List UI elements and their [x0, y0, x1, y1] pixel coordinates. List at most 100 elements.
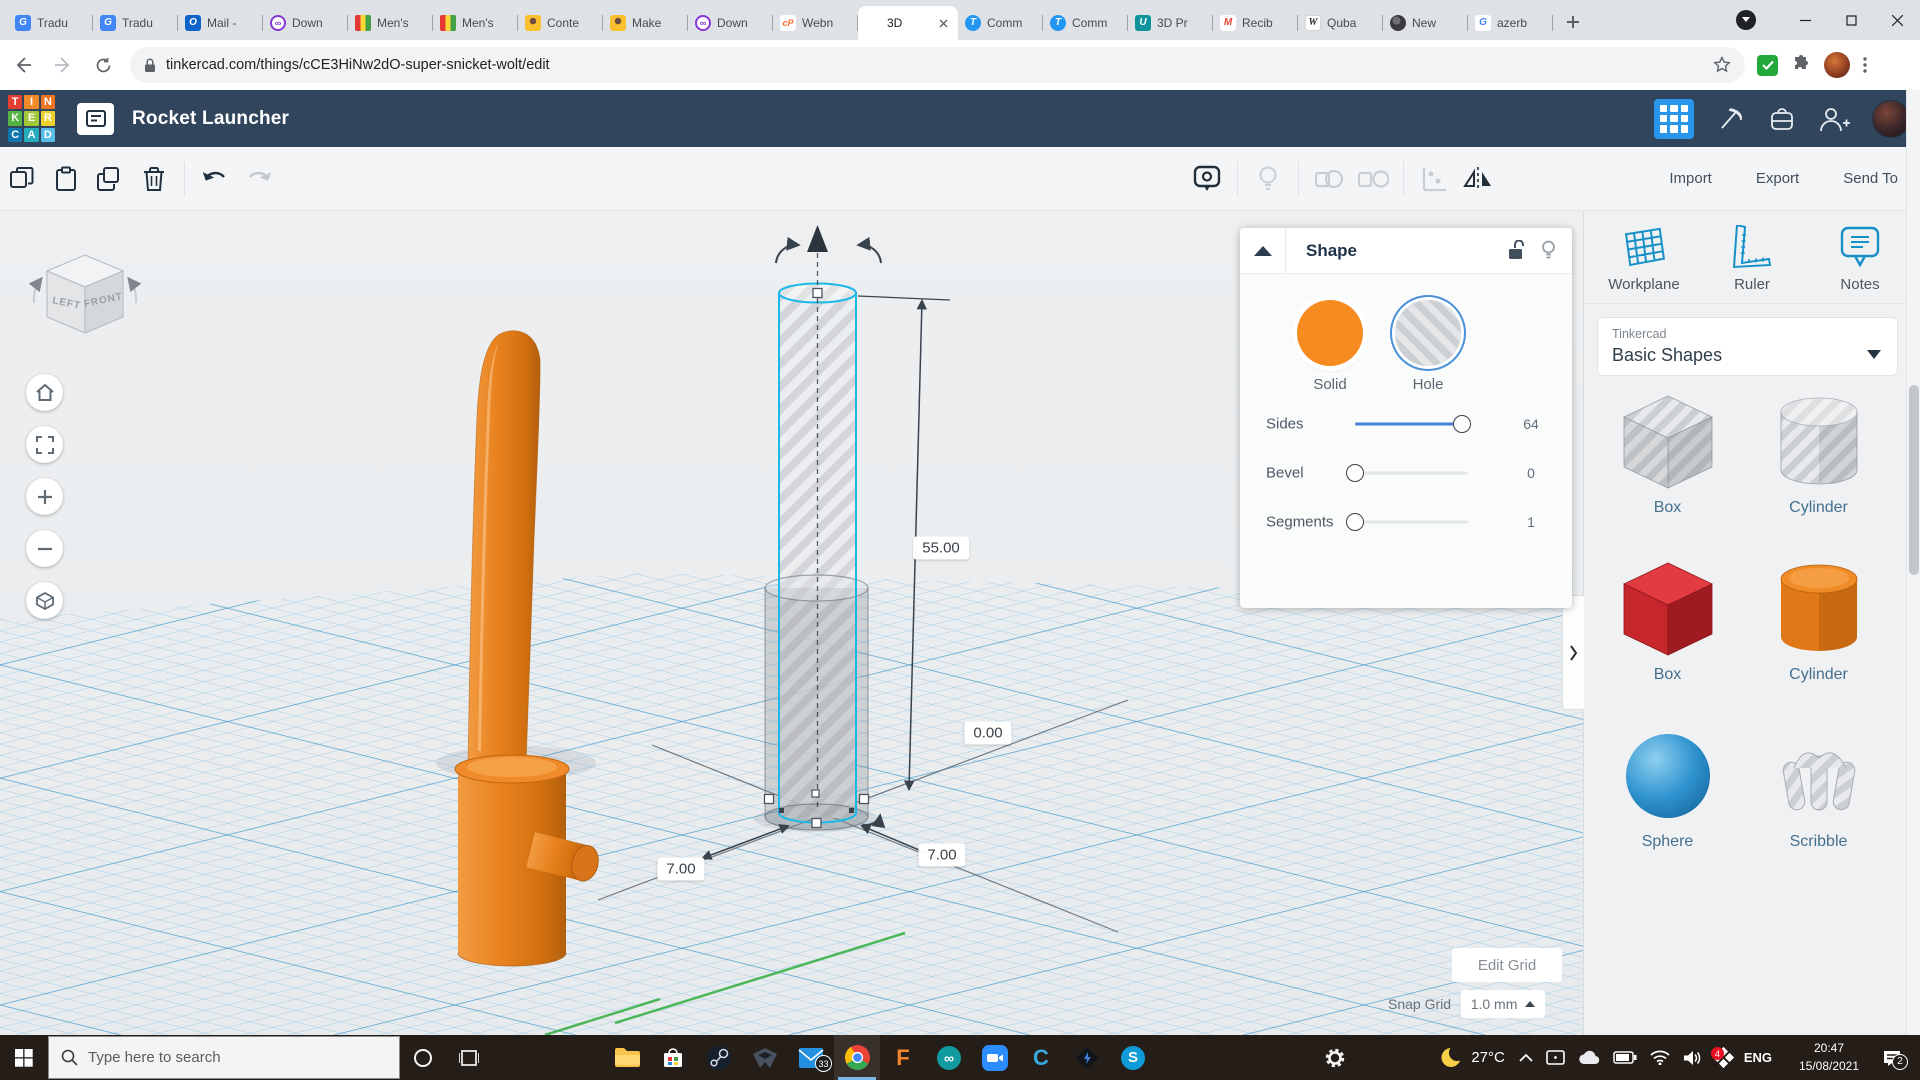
- mail-icon[interactable]: 33: [788, 1035, 834, 1080]
- rotate-arrow-left[interactable]: [776, 245, 798, 263]
- hole-option-selected[interactable]: Hole: [1395, 300, 1461, 393]
- tab-community-2[interactable]: TComm: [1043, 6, 1128, 40]
- undo-icon[interactable]: [193, 157, 237, 201]
- sidebar-collapse-chevron[interactable]: [1562, 595, 1584, 710]
- language-indicator[interactable]: ENG: [1744, 1050, 1772, 1065]
- scrollbar-thumb[interactable]: [1909, 385, 1919, 575]
- hidden-icons-chevron[interactable]: [1519, 1053, 1533, 1062]
- tab-tinkercad-active[interactable]: 3D: [858, 6, 958, 40]
- export-button[interactable]: Export: [1756, 170, 1799, 187]
- chrome-icon-active[interactable]: [834, 1035, 880, 1080]
- tab-translate-2[interactable]: GTradu: [93, 6, 178, 40]
- tab-mens-2[interactable]: Men's: [433, 6, 518, 40]
- onedrive-cloud-icon[interactable]: [1578, 1050, 1600, 1065]
- tab-content[interactable]: Conte: [518, 6, 603, 40]
- design-properties-button[interactable]: [77, 103, 114, 135]
- new-tab-button[interactable]: [1559, 8, 1587, 36]
- perspective-toggle-button[interactable]: [26, 582, 63, 619]
- wifi-icon[interactable]: [1650, 1050, 1670, 1065]
- tab-new[interactable]: New: [1383, 6, 1468, 40]
- tab-community-1[interactable]: TComm: [958, 6, 1043, 40]
- start-button[interactable]: [0, 1035, 48, 1080]
- dashboard-grid-button[interactable]: [1654, 99, 1694, 139]
- notification-center-icon[interactable]: 2: [1882, 1049, 1902, 1067]
- tab-webnode[interactable]: cPWebn: [773, 6, 858, 40]
- url-field[interactable]: tinkercad.com/things/cCE3HiNw2dO-super-s…: [130, 47, 1745, 83]
- tinker-pickaxe-icon[interactable]: [1716, 104, 1746, 134]
- send-to-button[interactable]: Send To: [1843, 170, 1898, 187]
- shape-lightbulb-icon[interactable]: [1541, 240, 1556, 261]
- view-cube[interactable]: LEFT FRONT: [34, 255, 136, 333]
- tab-3d-print[interactable]: U3D Pr: [1128, 6, 1213, 40]
- segments-slider[interactable]: [1355, 521, 1468, 524]
- browser-menu-kebab-icon[interactable]: [1863, 57, 1867, 73]
- reload-icon[interactable]: [86, 48, 120, 82]
- tab-google-search[interactable]: Gazerb: [1468, 6, 1553, 40]
- snap-grid-dropdown[interactable]: 1.0 mm: [1461, 990, 1545, 1018]
- extensions-puzzle-icon[interactable]: [1791, 55, 1811, 75]
- rotate-arrow-right[interactable]: [859, 245, 881, 263]
- volume-icon[interactable]: [1683, 1050, 1702, 1066]
- shape-card-red-box[interactable]: Box: [1592, 557, 1743, 684]
- paste-icon[interactable]: [44, 157, 88, 201]
- home-view-button[interactable]: [26, 374, 63, 411]
- forward-icon[interactable]: [46, 48, 80, 82]
- skype-icon[interactable]: S: [1110, 1035, 1156, 1080]
- steam-icon[interactable]: [696, 1035, 742, 1080]
- bevel-slider[interactable]: [1355, 472, 1468, 475]
- delete-icon[interactable]: [132, 157, 176, 201]
- cura-icon[interactable]: C: [1018, 1035, 1064, 1080]
- microsoft-store-icon[interactable]: [650, 1035, 696, 1080]
- back-icon[interactable]: [6, 48, 40, 82]
- page-scrollbar[interactable]: [1906, 90, 1920, 1035]
- clock[interactable]: 20:47 15/08/2021: [1786, 1040, 1872, 1075]
- tab-download-1[interactable]: ∞Down: [263, 6, 348, 40]
- tab-gmail[interactable]: MRecib: [1213, 6, 1298, 40]
- weather-moon-icon[interactable]: [1441, 1047, 1463, 1069]
- group-icon[interactable]: [1307, 157, 1351, 201]
- sides-slider-knob[interactable]: [1453, 415, 1471, 433]
- bevel-slider-knob[interactable]: [1346, 464, 1364, 482]
- tab-mail[interactable]: OMail -: [178, 6, 263, 40]
- ruler-tool[interactable]: Ruler: [1698, 225, 1806, 293]
- solid-option[interactable]: Solid: [1297, 300, 1363, 393]
- settings-gear-icon[interactable]: [1312, 1035, 1358, 1080]
- import-button[interactable]: Import: [1669, 170, 1712, 187]
- browser-profile-avatar[interactable]: [1824, 52, 1850, 78]
- tinkercad-logo[interactable]: TIN KER CAD: [8, 95, 55, 142]
- minimize-button[interactable]: [1782, 0, 1828, 40]
- shape-card-hole-cylinder[interactable]: Cylinder: [1743, 390, 1894, 517]
- width-dimension-label[interactable]: 7.00: [657, 858, 704, 881]
- tab-make[interactable]: Make: [603, 6, 688, 40]
- updates-icon[interactable]: 4: [1715, 1049, 1732, 1066]
- file-explorer-icon[interactable]: [604, 1035, 650, 1080]
- user-avatar[interactable]: [1872, 100, 1910, 138]
- maximize-button[interactable]: [1828, 0, 1874, 40]
- arduino-icon[interactable]: ∞: [926, 1035, 972, 1080]
- show-all-icon[interactable]: [1185, 157, 1229, 201]
- shape-library-dropdown[interactable]: Tinkercad Basic Shapes: [1597, 317, 1898, 376]
- zoom-icon[interactable]: [972, 1035, 1018, 1080]
- copy-icon[interactable]: [0, 157, 44, 201]
- flashprint-icon[interactable]: [1064, 1035, 1110, 1080]
- tab-close-icon[interactable]: [935, 15, 951, 31]
- close-button[interactable]: [1874, 0, 1920, 40]
- height-cone-handle[interactable]: [807, 225, 828, 252]
- fusion-360-icon[interactable]: F: [880, 1035, 926, 1080]
- edit-grid-button[interactable]: Edit Grid: [1452, 948, 1562, 982]
- notes-tool[interactable]: Notes: [1806, 225, 1914, 293]
- depth-dimension-label[interactable]: 7.00: [918, 844, 965, 867]
- segments-slider-knob[interactable]: [1346, 513, 1364, 531]
- sides-slider[interactable]: [1355, 423, 1468, 426]
- shape-card-scribble[interactable]: Scribble: [1743, 724, 1894, 851]
- predator-icon[interactable]: [742, 1035, 788, 1080]
- unlock-icon[interactable]: [1508, 240, 1525, 261]
- zoom-in-button[interactable]: [26, 478, 63, 515]
- lightbulb-icon[interactable]: [1246, 157, 1290, 201]
- ungroup-icon[interactable]: [1351, 157, 1395, 201]
- shape-card-hole-box[interactable]: Box: [1592, 390, 1743, 517]
- tab-download-2[interactable]: ∞Down: [688, 6, 773, 40]
- tab-translate-1[interactable]: GTradu: [8, 6, 93, 40]
- duplicate-icon[interactable]: [88, 157, 132, 201]
- backpack-icon[interactable]: [1768, 105, 1796, 133]
